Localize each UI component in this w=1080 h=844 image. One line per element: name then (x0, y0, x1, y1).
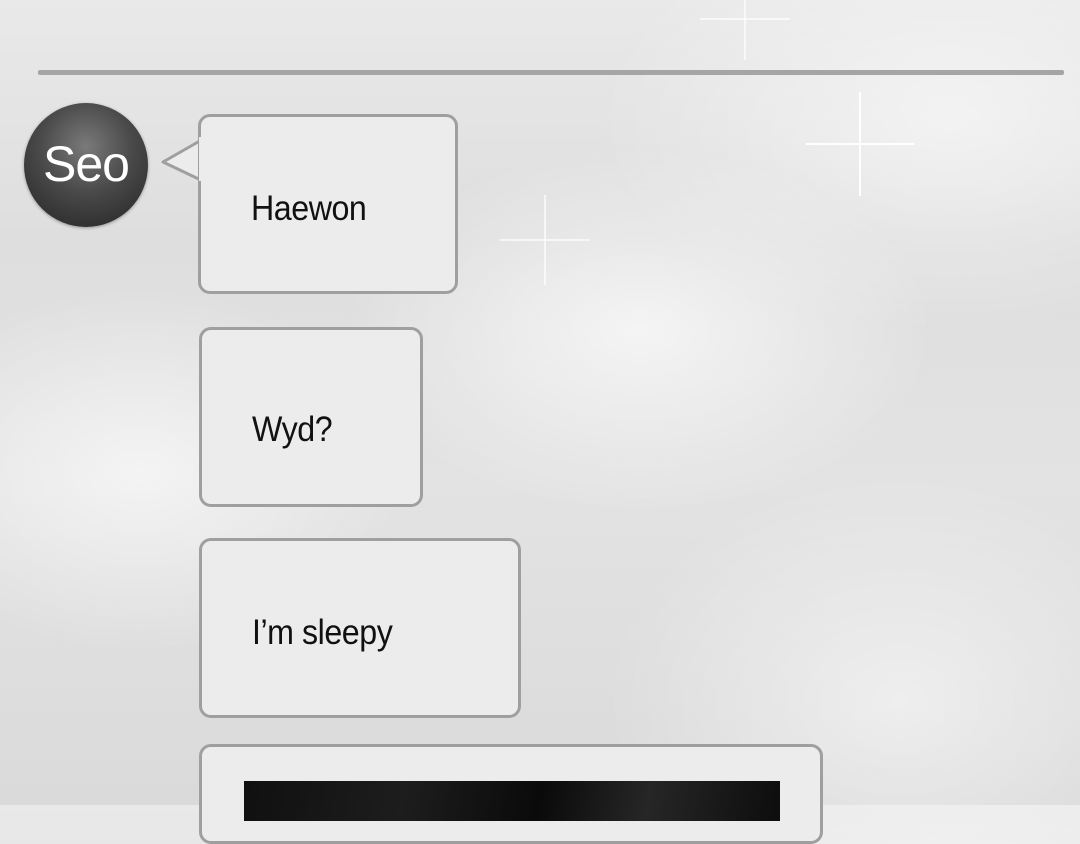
avatar-label: Seo (43, 136, 130, 192)
message-text: Wyd? (252, 410, 333, 449)
sparkle-decoration (806, 92, 914, 196)
header-divider (38, 70, 1064, 75)
sender-avatar[interactable]: Seo (24, 103, 148, 227)
message-bubble[interactable]: Wyd? (199, 327, 423, 507)
message-bubble[interactable]: I’m sleepy (199, 538, 521, 718)
sparkle-decoration (700, 0, 790, 60)
sparkle-decoration (500, 195, 590, 285)
message-text: Haewon (251, 189, 367, 228)
bubble-tail-join (199, 137, 203, 181)
message-text: I’m sleepy (252, 613, 393, 652)
message-photo[interactable] (244, 781, 780, 821)
message-bubble[interactable]: Haewon (198, 114, 458, 294)
